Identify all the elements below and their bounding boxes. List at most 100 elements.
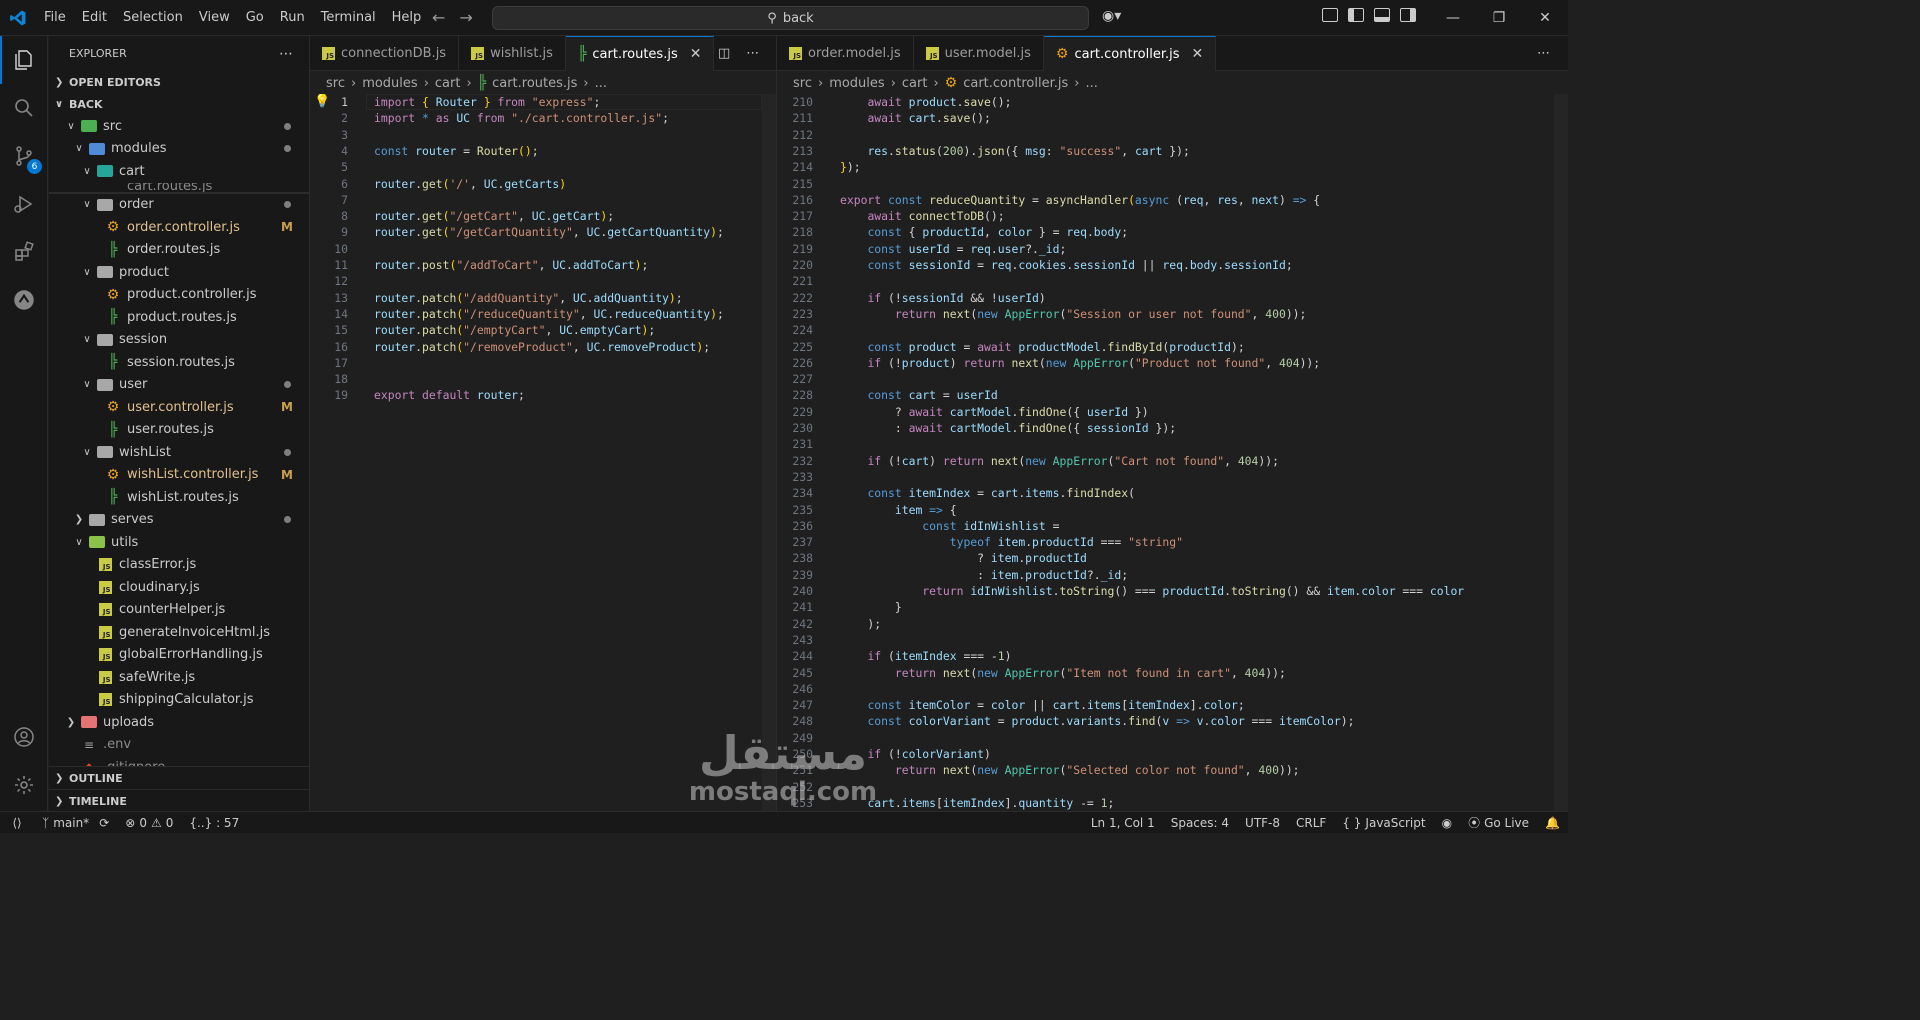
code-line[interactable]: typeof item.productId === "string" (840, 534, 1183, 550)
breadcrumb-item[interactable]: cart.routes.js (492, 76, 577, 91)
restore-icon[interactable]: ❐ (1476, 0, 1522, 36)
tree-file[interactable]: ⚙ order.controller.js M (49, 216, 309, 239)
code-line[interactable]: return next(new AppError("Item not found… (840, 665, 1286, 681)
outline-section[interactable]: ❯ OUTLINE (49, 766, 309, 789)
tree-file[interactable]: JS generateInvoiceHtml.js (49, 621, 309, 644)
notifications-bell-icon[interactable]: 🔔 (1537, 816, 1568, 830)
minimize-icon[interactable]: — (1430, 0, 1476, 36)
tree-file[interactable]: JS classError.js (49, 554, 309, 577)
tab-wishlist[interactable]: JS wishlist.js (459, 36, 566, 71)
extensions-icon[interactable] (0, 228, 48, 276)
code-line[interactable]: router.get("/getCartQuantity", UC.getCar… (374, 224, 724, 240)
tree-file[interactable]: ╠ order.routes.js (49, 239, 309, 262)
code-line[interactable]: await product.save(); (840, 94, 1011, 110)
menu-item[interactable]: Go (238, 0, 272, 36)
code-line[interactable]: const router = Router(); (374, 143, 539, 159)
breadcrumb-item[interactable]: ... (595, 76, 607, 91)
code-line[interactable]: const userId = req.user?._id; (840, 241, 1066, 257)
command-center[interactable]: ⚲ back (492, 6, 1089, 30)
tab-order-model[interactable]: JS order.model.js (777, 36, 914, 71)
tree-file[interactable]: JS safeWrite.js (49, 666, 309, 689)
tree-file[interactable]: ⚙ product.controller.js (49, 284, 309, 307)
code-line[interactable]: router.get('/', UC.getCarts) (374, 176, 566, 192)
code-line[interactable]: ); (840, 616, 881, 632)
code-line[interactable]: cart.items[itemIndex].quantity -= 1; (840, 795, 1114, 811)
tree-folder[interactable]: ∨ order (49, 194, 309, 217)
code-line[interactable]: await cart.save(); (840, 110, 990, 126)
tree-folder[interactable]: ∨ cart (49, 160, 309, 183)
explorer-icon[interactable] (0, 36, 48, 84)
tree-file[interactable]: ≡ .env (49, 734, 309, 757)
code-line[interactable]: res.status(200).json({ msg: "success", c… (840, 143, 1189, 159)
code-line[interactable]: router.patch("/addQuantity", UC.addQuant… (374, 290, 683, 306)
menu-item[interactable]: View (191, 0, 238, 36)
tree-folder[interactable]: ∨ product (49, 261, 309, 284)
right-code-editor[interactable]: 210 await product.save(); 211 await cart.… (777, 94, 1554, 811)
code-line[interactable]: const cart = userId (840, 387, 997, 403)
code-line[interactable]: router.patch("/reduceQuantity", UC.reduc… (374, 306, 724, 322)
code-line[interactable]: router.post("/addToCart", UC.addToCart); (374, 257, 648, 273)
encoding[interactable]: UTF-8 (1237, 816, 1288, 830)
breadcrumb-item[interactable]: cart.controller.js (963, 76, 1068, 91)
code-line[interactable]: const sessionId = req.cookies.sessionId … (840, 257, 1292, 273)
breadcrumb-item[interactable]: src (326, 76, 345, 91)
code-line[interactable]: if (!product) return next(new AppError("… (840, 355, 1320, 371)
back-arrow-icon[interactable]: ← (432, 8, 445, 27)
menu-item[interactable]: Help (384, 0, 430, 36)
copilot-status-icon[interactable]: ◉ (1434, 816, 1460, 830)
remote-indicator-icon[interactable]: ⟨⟩ (0, 812, 34, 834)
breadcrumb-item[interactable]: src (793, 76, 812, 91)
breadcrumb-item[interactable]: cart (902, 76, 928, 91)
tree-folder[interactable]: ∨ wishList (49, 441, 309, 464)
code-line[interactable]: import * as UC from "./cart.controller.j… (374, 110, 669, 126)
tree-file[interactable]: JS cloudinary.js (49, 576, 309, 599)
tree-file[interactable]: JS globalErrorHandling.js (49, 644, 309, 667)
code-line[interactable]: }); (840, 159, 861, 175)
problems-status[interactable]: ⊗ 0 ⚠ 0 (117, 816, 181, 830)
tree-file[interactable]: ╠ user.routes.js (49, 419, 309, 442)
code-line[interactable]: const { productId, color } = req.body; (840, 224, 1128, 240)
code-line[interactable]: router.patch("/removeProduct", UC.remove… (374, 339, 710, 355)
close-tab-icon[interactable]: ✕ (690, 46, 702, 62)
copilot-icon[interactable]: ◉▾ (1102, 8, 1121, 24)
code-line[interactable]: ? await cartModel.findOne({ userId }) (840, 404, 1149, 420)
indentation[interactable]: Spaces: 4 (1163, 816, 1237, 830)
menu-item[interactable]: File (36, 0, 74, 36)
tab-cart-controller[interactable]: ⚙ cart.controller.js ✕ (1043, 36, 1217, 71)
accounts-icon[interactable] (0, 713, 48, 761)
line-ending[interactable]: CRLF (1288, 816, 1334, 830)
code-line[interactable]: if (!sessionId && !userId) (840, 290, 1045, 306)
code-line[interactable]: router.get("/getCart", UC.getCart); (374, 208, 614, 224)
code-line[interactable]: import { Router } from "express"; (374, 94, 600, 110)
tree-file[interactable]: ⚙ wishList.controller.js M (49, 464, 309, 487)
breadcrumb-item[interactable]: ... (1085, 76, 1097, 91)
code-line[interactable]: return idInWishlist.toString() === produ… (840, 583, 1464, 599)
cursor-position[interactable]: Ln 1, Col 1 (1083, 816, 1163, 830)
more-actions-icon[interactable]: ⋯ (746, 46, 759, 61)
code-line[interactable]: return next(new AppError("Session or use… (840, 306, 1307, 322)
code-line[interactable]: export const reduceQuantity = asyncHandl… (840, 192, 1320, 208)
code-line[interactable]: : item.productId?._id; (840, 567, 1128, 583)
breadcrumb-item[interactable]: modules (829, 76, 885, 91)
breadcrumb-item[interactable]: modules (362, 76, 418, 91)
code-line[interactable]: if (!cart) return next(new AppError("Car… (840, 453, 1279, 469)
tree-folder[interactable]: ∨ src (49, 115, 309, 138)
tree-file[interactable]: JS counterHelper.js (49, 599, 309, 622)
tree-folder[interactable]: ∨ session (49, 329, 309, 352)
code-line[interactable]: item => { (840, 502, 957, 518)
remote-explorer-icon[interactable] (0, 276, 48, 324)
tree-folder[interactable]: ❯ serves (49, 509, 309, 532)
close-tab-icon[interactable]: ✕ (1192, 46, 1204, 62)
menu-item[interactable]: Run (272, 0, 313, 36)
code-line[interactable]: const itemIndex = cart.items.findIndex( (840, 485, 1135, 501)
search-icon[interactable] (0, 84, 48, 132)
tree-file[interactable]: ╠ wishList.routes.js (49, 486, 309, 509)
go-live-button[interactable]: ⦿ Go Live (1460, 814, 1537, 831)
code-line[interactable]: ? item.productId (840, 550, 1087, 566)
manage-gear-icon[interactable] (0, 761, 48, 809)
toggle-secondary-sidebar-icon[interactable] (1400, 8, 1416, 22)
close-icon[interactable]: ✕ (1522, 0, 1568, 36)
language-mode[interactable]: { } JavaScript (1334, 816, 1433, 830)
workspace-root-section[interactable]: ∨ BACK (49, 93, 309, 115)
menu-item[interactable]: Selection (115, 0, 191, 36)
